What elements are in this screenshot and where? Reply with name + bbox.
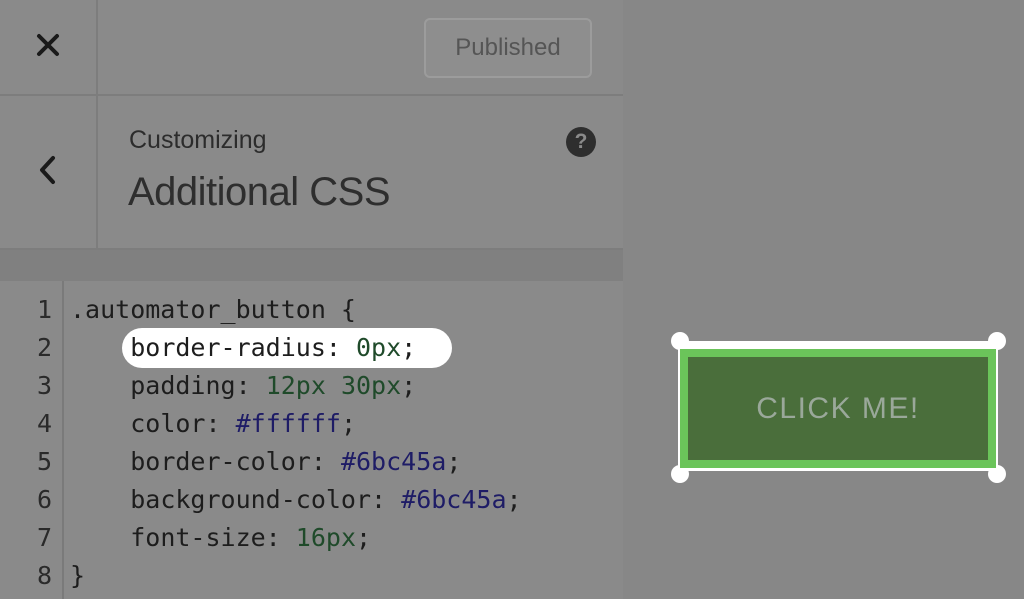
css-value: 12px 30px [265, 371, 402, 400]
code-text: font-size: 16px; [130, 523, 372, 552]
css-value: 16px [295, 523, 357, 552]
click-me-button[interactable]: CLICK ME! [680, 349, 996, 468]
back-button[interactable] [0, 96, 98, 248]
code-line[interactable]: 2 border-radius: 0px; [0, 329, 600, 367]
code-line[interactable]: 3 padding: 12px 30px; [0, 367, 600, 405]
code-text: border-color: #6bc45a; [130, 447, 462, 476]
code-text: border-radius: 0px; [130, 333, 417, 362]
line-number: 3 [36, 371, 52, 400]
line-number: 7 [36, 523, 52, 552]
code-line[interactable]: 1 .automator_button { [0, 291, 600, 329]
code-line[interactable]: 4 color: #ffffff; [0, 405, 600, 443]
code-line[interactable]: 6 background-color: #6bc45a; [0, 481, 600, 519]
resize-handle-top-left[interactable] [671, 332, 689, 350]
code-line[interactable]: 5 border-color: #6bc45a; [0, 443, 600, 481]
breadcrumb: Customizing [129, 126, 267, 154]
css-value: 0px [356, 333, 402, 362]
code-text: color: #ffffff; [130, 409, 357, 438]
close-button[interactable] [0, 0, 98, 94]
section-header: Customizing Additional CSS [0, 96, 623, 250]
chevron-left-icon [38, 154, 58, 191]
customizer-topbar: Published [0, 0, 623, 96]
page-title: Additional CSS [128, 170, 391, 214]
close-icon [36, 33, 60, 62]
css-code-editor[interactable]: 1 .automator_button { 2 border-radius: 0px… [0, 281, 623, 599]
css-selector: } [70, 561, 86, 590]
line-number: 1 [36, 295, 52, 324]
code-line[interactable]: 7 font-size: 16px; [0, 519, 600, 557]
css-value: #ffffff [235, 409, 341, 438]
css-value: #6bc45a [401, 485, 507, 514]
code-text: background-color: #6bc45a; [130, 485, 522, 514]
code-text: padding: 12px 30px; [130, 371, 417, 400]
css-property: border-color: [130, 447, 326, 476]
line-number: 6 [36, 485, 52, 514]
panel-divider [0, 250, 623, 281]
css-property: color: [130, 409, 221, 438]
code-line[interactable]: 8} [0, 557, 600, 595]
customizer-panel: Published Customizing Additional CSS ? 1… [0, 0, 623, 599]
code-text: .automator_button { [70, 291, 356, 329]
publish-button[interactable]: Published [424, 18, 592, 78]
css-property: border-radius: [130, 333, 341, 362]
line-number: 8 [36, 561, 52, 590]
css-property: font-size: [130, 523, 281, 552]
line-number: 4 [36, 409, 52, 438]
css-selector: .automator_button { [70, 295, 356, 324]
help-icon[interactable]: ? [566, 127, 596, 157]
resize-handle-top-right[interactable] [988, 332, 1006, 350]
code-text: } [70, 557, 85, 595]
line-number: 5 [36, 447, 52, 476]
line-number: 2 [36, 333, 52, 362]
css-property: padding: [130, 371, 251, 400]
css-value: #6bc45a [340, 447, 447, 476]
css-property: background-color: [130, 485, 387, 514]
